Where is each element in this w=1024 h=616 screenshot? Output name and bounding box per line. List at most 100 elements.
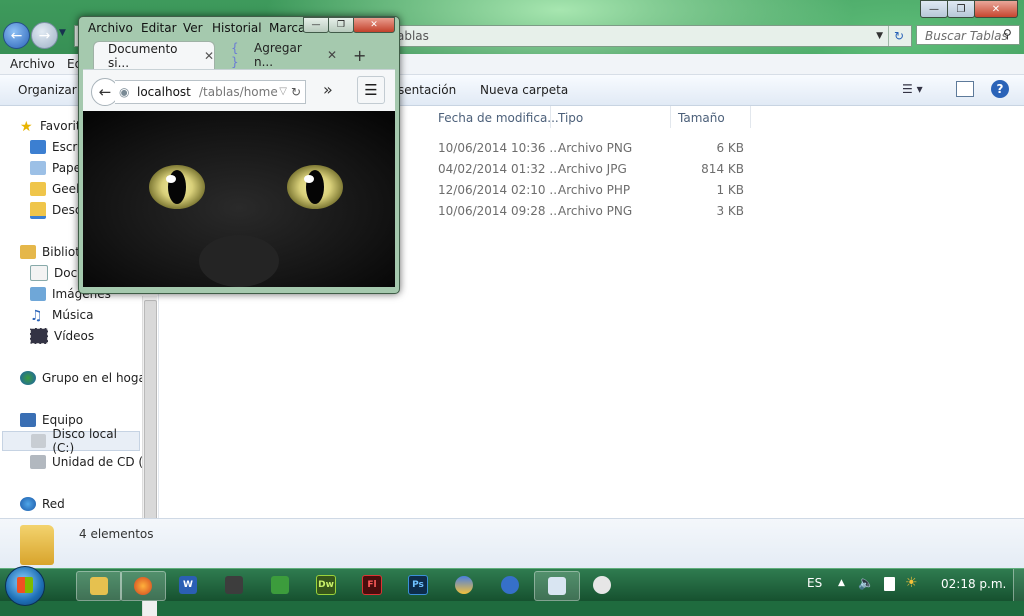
taskbar: W Dw Fl Ps ES ▲ 🔈 ☀ 02:18 p.m. (0, 566, 1024, 606)
taskbar-firefox[interactable] (120, 571, 166, 601)
taskbar-photoshop[interactable]: Ps (396, 571, 440, 599)
taskbar-app[interactable] (488, 571, 532, 599)
firefox-icon (134, 577, 152, 595)
library-icon (20, 245, 36, 259)
tree-favorite-item[interactable]: Geek (30, 179, 83, 199)
tree-cd-drive[interactable]: Unidad de CD (D (30, 452, 152, 472)
taskbar-app[interactable] (212, 571, 256, 599)
url-dropdown-icon[interactable]: ▽ (279, 81, 287, 103)
hamburger-menu-icon[interactable]: ☰ (357, 76, 385, 104)
overflow-chevron-icon[interactable]: » (323, 80, 333, 99)
tree-homegroup[interactable]: Grupo en el hogar (20, 368, 151, 388)
minimize-button[interactable]: — (920, 0, 948, 18)
address-dropdown-icon[interactable]: ▼ (876, 26, 883, 46)
ff-minimize-button[interactable]: — (303, 17, 329, 33)
taskbar-app[interactable] (258, 571, 302, 599)
ff-close-button[interactable]: ✕ (353, 17, 395, 33)
folder-icon (90, 577, 108, 595)
tree-favorites[interactable]: ★ Favorit (20, 116, 81, 136)
music-icon: ♫ (30, 308, 43, 324)
tree-library-item[interactable]: Vídeos (30, 326, 94, 346)
new-folder-button[interactable]: Nueva carpeta (480, 83, 568, 97)
star-icon: ★ (20, 119, 33, 135)
network-status-icon[interactable]: ☀ (905, 575, 918, 591)
tree-favorite-item[interactable]: Pape (30, 158, 81, 178)
windows-logo-icon (17, 577, 33, 593)
presentation-button[interactable]: sentación (398, 83, 456, 97)
recycle-bin-icon (30, 161, 46, 175)
tab-close-icon[interactable]: ✕ (327, 48, 337, 62)
column-type[interactable]: Tipo (558, 111, 583, 125)
taskbar-dreamweaver[interactable]: Dw (304, 571, 348, 599)
address-text: ablas (397, 29, 429, 43)
computer-icon (20, 413, 36, 427)
tab-documento[interactable]: Documento si... ✕ (93, 41, 215, 70)
dreamweaver-icon: Dw (316, 575, 336, 595)
tray-expand-icon[interactable]: ▲ (838, 578, 845, 588)
globe-icon: ◉ (119, 85, 130, 99)
back-button[interactable]: ← (3, 22, 30, 49)
taskbar-app[interactable] (534, 571, 580, 601)
tree-favorite-item[interactable]: Desc (30, 200, 81, 220)
item-count: 4 elementos (79, 527, 154, 541)
language-indicator[interactable]: ES (807, 576, 822, 590)
desktop-icon (30, 140, 46, 154)
flash-icon: Fl (362, 575, 382, 595)
ff-menu-archivo[interactable]: Archivo (88, 21, 133, 35)
arrow-right-icon: → (38, 27, 51, 44)
arrow-left-icon: ← (10, 27, 23, 44)
ff-menu-ver[interactable]: Ver (183, 21, 203, 35)
tree-libraries[interactable]: Bibliot (20, 242, 80, 262)
photoshop-icon: Ps (408, 575, 428, 595)
close-button[interactable]: ✕ (974, 0, 1018, 18)
new-tab-button[interactable]: + (353, 41, 373, 69)
start-button[interactable] (5, 566, 45, 606)
ff-maximize-button[interactable]: ❐ (328, 17, 354, 33)
column-size[interactable]: Tamaño (678, 111, 725, 125)
taskbar-app[interactable] (442, 571, 486, 599)
taskbar-flash[interactable]: Fl (350, 571, 394, 599)
status-bar: 4 elementos (0, 518, 1024, 569)
hard-drive-icon (31, 434, 47, 448)
power-icon[interactable] (884, 577, 895, 591)
ff-menu-editar[interactable]: Editar (141, 21, 177, 35)
tree-library-item[interactable]: ♫ Música (30, 305, 94, 325)
taskbar-explorer[interactable] (76, 571, 122, 601)
ff-menu-historial[interactable]: Historial (212, 21, 262, 35)
app-icon (501, 576, 519, 594)
tree-favorite-item[interactable]: Escri (30, 137, 81, 157)
reload-icon[interactable]: ↻ (291, 81, 301, 103)
menu-archivo[interactable]: Archivo (10, 57, 55, 71)
forward-button[interactable]: → (31, 22, 58, 49)
network-icon (20, 497, 36, 511)
search-icon[interactable]: ⚲ (1003, 27, 1012, 41)
column-date[interactable]: Fecha de modifica... (438, 111, 559, 125)
clock[interactable]: 02:18 p.m. (941, 577, 1006, 591)
url-path: /tablas/home (199, 85, 278, 99)
page-content (83, 111, 395, 287)
app-icon (271, 576, 289, 594)
show-desktop-button[interactable] (1013, 569, 1024, 601)
refresh-icon[interactable]: ↻ (888, 26, 909, 46)
tree-library-item[interactable]: Docu (30, 263, 85, 283)
firefox-window: Archivo Editar Ver Historial Marcad — ❐ … (78, 16, 400, 294)
taskbar-word[interactable]: W (166, 571, 210, 599)
view-options-icon[interactable]: ☰ ▾ (902, 82, 923, 96)
folder-icon (30, 182, 46, 196)
paint-icon (593, 576, 611, 594)
help-icon[interactable]: ? (991, 80, 1009, 98)
cat-eyes-image (83, 111, 395, 287)
maximize-button[interactable]: ❐ (947, 0, 975, 18)
preview-pane-icon[interactable] (956, 81, 974, 97)
tree-network[interactable]: Red (20, 494, 65, 514)
taskbar-app[interactable] (580, 571, 624, 599)
organize-button[interactable]: Organizar (18, 83, 77, 97)
homegroup-icon (20, 371, 36, 385)
tab-agregar[interactable]: { } Agregar n... ✕ (225, 41, 337, 69)
folder-icon (20, 525, 54, 565)
volume-icon[interactable]: 🔈 (858, 576, 874, 591)
url-bar[interactable]: ◉ localhost /tablas/home ▽ ↻ (115, 80, 306, 104)
tab-close-icon[interactable]: ✕ (204, 49, 214, 63)
tree-local-disk[interactable]: Disco local (C:) (2, 427, 140, 455)
recent-pages-dropdown[interactable]: ▼ (59, 28, 66, 38)
